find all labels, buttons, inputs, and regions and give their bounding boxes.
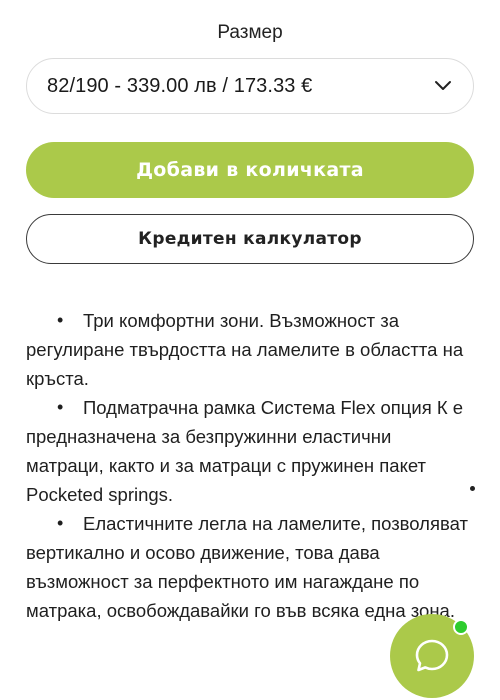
feature-item-3: Еластичните легла на ламелите, позволява…	[26, 509, 474, 625]
feature-item-2: Подматрачна рамка Система Flex опция К е…	[26, 393, 474, 509]
add-to-cart-button[interactable]: Добави в количката	[26, 142, 474, 198]
online-status-dot	[453, 619, 469, 635]
chat-bubble-icon	[415, 639, 449, 672]
scroll-indicator	[470, 486, 475, 491]
feature-list: Три комфортни зони. Възможност за регули…	[26, 306, 474, 625]
credit-calculator-button[interactable]: Кредитен калкулатор	[26, 214, 474, 264]
chevron-down-icon	[433, 76, 453, 96]
feature-item-1: Три комфортни зони. Възможност за регули…	[26, 306, 474, 393]
size-label: Размер	[217, 22, 283, 43]
size-select[interactable]: 82/190 - 339.00 лв / 173.33 €	[26, 58, 474, 114]
size-select-value: 82/190 - 339.00 лв / 173.33 €	[47, 74, 313, 97]
